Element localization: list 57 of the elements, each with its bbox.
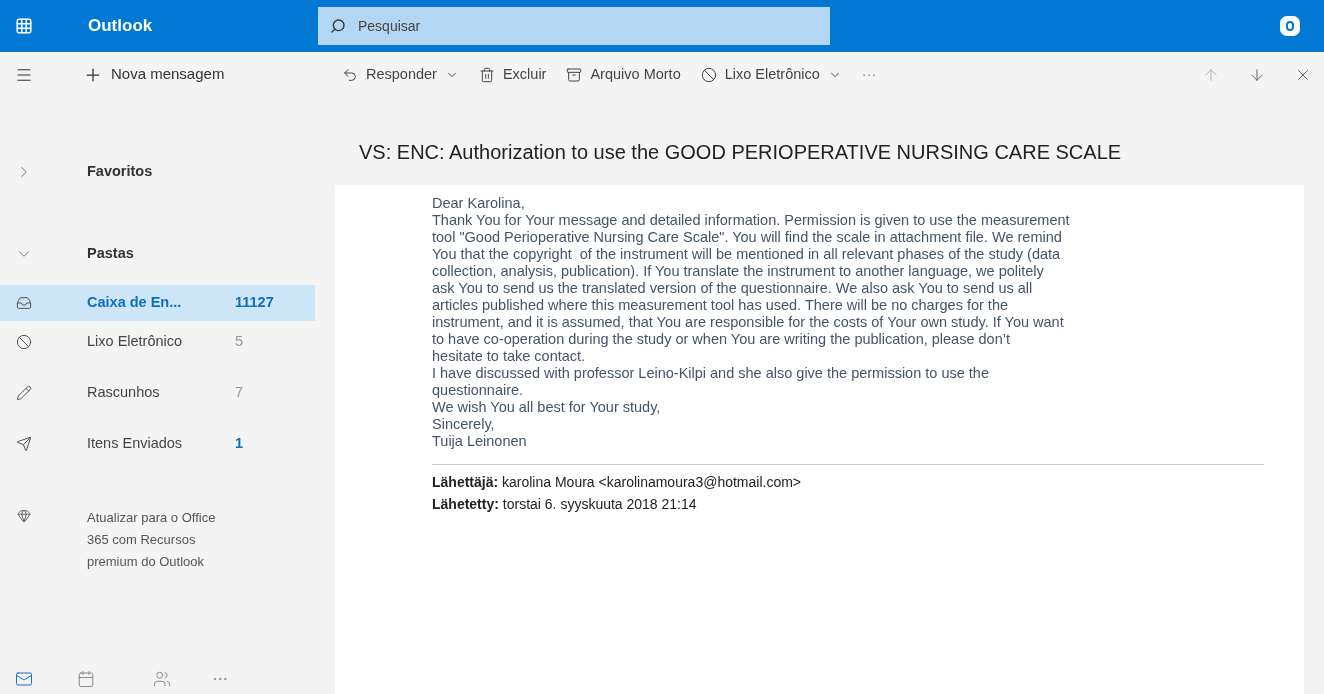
header-line: Lähetetty: torstai 6. syyskuuta 2018 21:14 xyxy=(432,495,697,514)
message-line: Thank You for Your message and detailed information. Permission is given to use the measurement xyxy=(432,212,1070,229)
folder-label: Rascunhos xyxy=(87,383,161,403)
diamond-icon xyxy=(17,509,31,523)
search-field[interactable]: Pesquisar xyxy=(318,7,830,45)
block-icon xyxy=(16,334,32,350)
folder-count: 5 xyxy=(235,332,244,352)
upgrade-link[interactable]: Atualizar para o Office 365 com Recursos premium do Outlook xyxy=(87,507,222,573)
folder-count: 7 xyxy=(235,383,244,403)
folder-count: 1 xyxy=(235,434,244,454)
send-icon xyxy=(16,436,32,452)
message-line: questionnaire. xyxy=(432,382,524,399)
toolbar-button[interactable]: Excluir xyxy=(478,63,547,86)
message-line: collection, analysis, publication). If You translate the instrument to another language, we politely xyxy=(432,263,1044,280)
mail-icon[interactable] xyxy=(15,670,33,688)
message-line: I have discussed with professor Leino-Kilpi and she also give the permission to use the xyxy=(432,365,989,382)
message-line: to have co-operation during the study or when You are writing the publication, please don’t xyxy=(432,331,1010,348)
section-label: Pastas xyxy=(87,244,134,264)
app-name[interactable]: Outlook xyxy=(88,13,318,39)
block-icon xyxy=(700,66,717,83)
folder-label: Caixa de En... xyxy=(87,293,183,313)
folder-count: 11127 xyxy=(235,293,274,313)
message-line: Dear Karolina, xyxy=(432,195,525,212)
toolbar-button[interactable]: Lixo Eletrônico xyxy=(700,63,820,86)
message-line: We wish You all best for Your study, xyxy=(432,399,661,416)
message-line: tool "Good Perioperative Nursing Care Scale". You will find the scale in attachment file. We remind xyxy=(432,229,1062,246)
new-message-button[interactable]: Nova mensagem xyxy=(83,63,225,86)
header-line: Lähettäjä: karolina Moura <karolinamoura3@hotmail.com> xyxy=(432,473,802,492)
people-icon[interactable] xyxy=(153,670,171,688)
toolbar-button[interactable]: Responder xyxy=(342,63,437,86)
archive-icon xyxy=(566,66,583,83)
message-line: You that the copyright of the instrument will be mentioned in all relevant phases of the study (data xyxy=(432,246,1061,263)
folder-item[interactable]: Caixa de En... 11127 xyxy=(0,285,315,321)
app-launcher-icon[interactable] xyxy=(15,17,33,35)
reply-icon xyxy=(342,66,358,83)
message-line: instrument, and it is assumed, that You are responsible for the costs of Your own study. If You want xyxy=(432,314,1064,331)
section-header[interactable]: Favoritos xyxy=(0,157,315,187)
trash-icon xyxy=(478,66,495,83)
folder-item[interactable]: Itens Enviados 1 xyxy=(0,426,315,462)
message-line: Sincerely, xyxy=(432,416,495,433)
search-placeholder: Pesquisar xyxy=(358,16,421,36)
section-header[interactable]: Pastas xyxy=(0,239,315,269)
calendar-icon[interactable] xyxy=(77,670,95,688)
message-line: ask You to send us the translated version of the questionnaire. We also ask You to send us all xyxy=(432,280,1033,297)
message-line: Tuija Leinonen xyxy=(432,433,527,450)
message-line: hesitate to take contact. xyxy=(432,348,586,365)
inbox-icon xyxy=(16,295,32,311)
folder-item[interactable]: Rascunhos 7 xyxy=(0,375,315,411)
toolbar-button[interactable]: Arquivo Morto xyxy=(566,63,681,86)
message-line: articles published where this measurement tool has used. There will be no charges for the xyxy=(432,297,1008,314)
section-label: Favoritos xyxy=(87,162,153,182)
folder-label: Lixo Eletrônico xyxy=(87,332,184,352)
folder-item[interactable]: Lixo Eletrônico 5 xyxy=(0,324,315,360)
pencil-icon xyxy=(16,385,32,401)
message-subject: VS: ENC: Authorization to use the GOOD PERIOPERATIVE NURSING CARE SCALE xyxy=(358,140,1123,165)
folder-label: Itens Enviados xyxy=(87,434,184,454)
search-icon xyxy=(330,18,346,34)
